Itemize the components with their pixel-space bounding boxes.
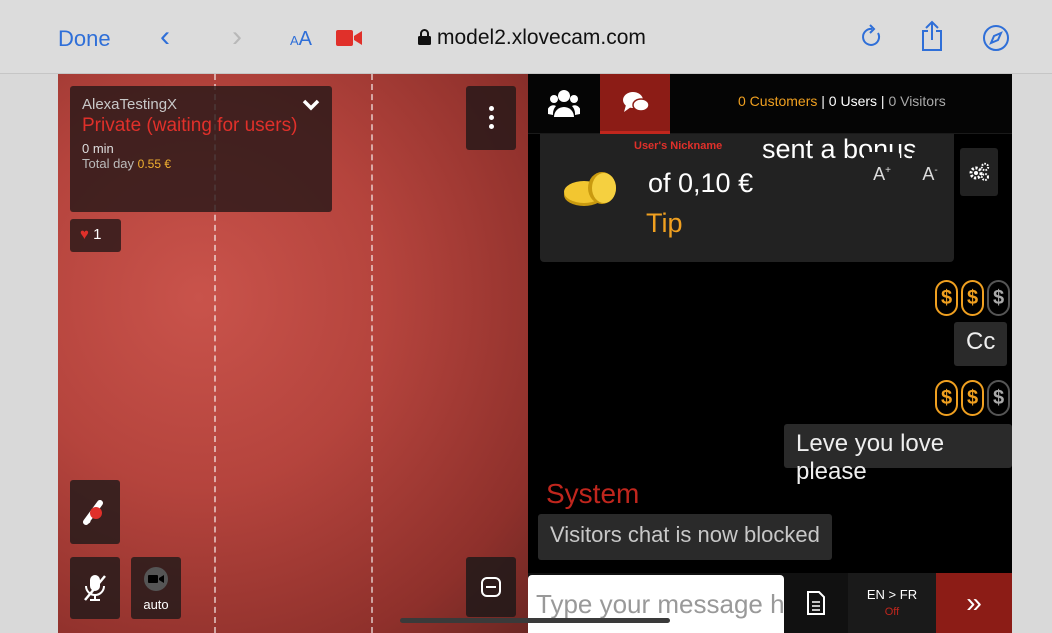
url-text: model2.xlovecam.com xyxy=(437,26,646,49)
chat-message: Leve you love please xyxy=(784,424,1012,485)
separator: | xyxy=(821,93,825,109)
message-composer: EN > FR Off » xyxy=(528,573,1012,633)
reload-icon[interactable] xyxy=(860,24,884,50)
system-message: Visitors chat is now blocked xyxy=(538,514,832,560)
minus-sign: - xyxy=(934,165,938,176)
camera-indicator-icon[interactable] xyxy=(336,28,362,48)
dollar-icon: $ xyxy=(987,280,1010,316)
users-count: 0 Users xyxy=(828,93,878,109)
tip-nickname: User's Nickname xyxy=(634,140,723,152)
coins-icon xyxy=(564,172,616,206)
user-rating: $ $ $ xyxy=(932,280,1010,316)
dollar-icon: $ xyxy=(935,380,958,416)
text-size-button[interactable]: AA xyxy=(290,28,312,51)
home-indicator xyxy=(400,618,670,623)
back-button[interactable]: ‹ xyxy=(160,20,170,54)
chat-bubbles-icon xyxy=(623,92,650,112)
dot xyxy=(489,124,494,129)
audience-counts: 0 Customers | 0 Users | 0 Visitors xyxy=(738,93,946,109)
minimize-icon xyxy=(481,577,501,597)
font-decrease-button[interactable]: A- xyxy=(912,152,948,190)
more-menu-button[interactable] xyxy=(466,86,516,150)
settings-button[interactable] xyxy=(960,148,998,196)
font-decrease-label: A xyxy=(922,164,935,184)
tip-label: Tip xyxy=(646,208,683,238)
model-status-panel[interactable]: AlexaTestingX Private (waiting for users… xyxy=(70,86,332,212)
plus-sign: + xyxy=(885,165,891,176)
gears-icon xyxy=(969,162,990,181)
dollar-icon: $ xyxy=(961,280,984,316)
camera-mode-label: auto xyxy=(143,597,169,612)
minimize-button[interactable] xyxy=(466,557,516,617)
system-label: System xyxy=(546,478,640,509)
chat-panel: 0 Customers | 0 Users | 0 Visitors User'… xyxy=(528,74,1012,633)
document-icon xyxy=(807,591,825,615)
session-minutes: 0 min xyxy=(82,141,114,156)
compass-icon[interactable] xyxy=(982,24,1010,52)
lock-icon xyxy=(418,29,431,45)
dot xyxy=(489,106,494,111)
total-day-label: Total day xyxy=(82,156,135,171)
customers-count: 0 Customers xyxy=(738,93,818,109)
camera-quality-button[interactable]: auto xyxy=(131,557,181,619)
browser-toolbar: Done ‹ › AA model2.xlovecam.com xyxy=(0,0,1052,74)
font-increase-button[interactable]: A+ xyxy=(864,152,900,190)
translate-button[interactable]: EN > FR Off xyxy=(848,573,936,633)
dollar-icon: $ xyxy=(961,380,984,416)
mic-off-icon xyxy=(84,575,106,601)
tab-users[interactable] xyxy=(528,74,600,134)
show-status: Private (waiting for users) xyxy=(82,115,298,136)
visitors-count: 0 Visitors xyxy=(888,93,946,109)
address-bar[interactable]: model2.xlovecam.com xyxy=(418,26,646,50)
dollar-icon: $ xyxy=(935,280,958,316)
forward-button[interactable]: › xyxy=(232,20,242,54)
templates-button[interactable] xyxy=(784,573,848,633)
done-button[interactable]: Done xyxy=(58,26,111,52)
separator: | xyxy=(880,93,885,109)
share-icon[interactable] xyxy=(920,20,944,52)
message-input[interactable] xyxy=(528,575,784,633)
translation-status: Off xyxy=(884,606,900,618)
likes-count: 1 xyxy=(93,226,102,243)
heart-icon: ♥ xyxy=(80,226,89,243)
video-preview: AlexaTestingX Private (waiting for users… xyxy=(58,74,528,633)
toy-control-button[interactable] xyxy=(70,480,120,544)
dollar-icon: $ xyxy=(987,380,1010,416)
likes-badge: ♥ 1 xyxy=(70,219,121,252)
total-day: Total day 0.55 € xyxy=(82,156,320,171)
video-camera-icon xyxy=(148,575,164,583)
tab-chat[interactable] xyxy=(600,74,670,134)
total-day-value: 0.55 € xyxy=(137,157,172,171)
tip-amount: of 0,10 € xyxy=(648,168,754,198)
user-rating: $ $ $ xyxy=(932,380,1010,416)
send-button[interactable]: » xyxy=(936,573,1012,633)
chevron-down-icon[interactable] xyxy=(302,98,320,112)
users-icon xyxy=(548,90,580,117)
chat-tabs: 0 Customers | 0 Users | 0 Visitors xyxy=(528,74,1012,134)
font-increase-label: A xyxy=(873,164,886,184)
toy-icon xyxy=(83,500,103,525)
mute-mic-button[interactable] xyxy=(70,557,120,619)
app-viewport: AlexaTestingX Private (waiting for users… xyxy=(58,74,1012,633)
language-pair: EN > FR xyxy=(866,587,918,602)
chat-message: Cc xyxy=(954,322,1008,366)
guide-line xyxy=(371,74,373,633)
dot xyxy=(489,115,494,120)
model-name: AlexaTestingX xyxy=(82,96,178,113)
